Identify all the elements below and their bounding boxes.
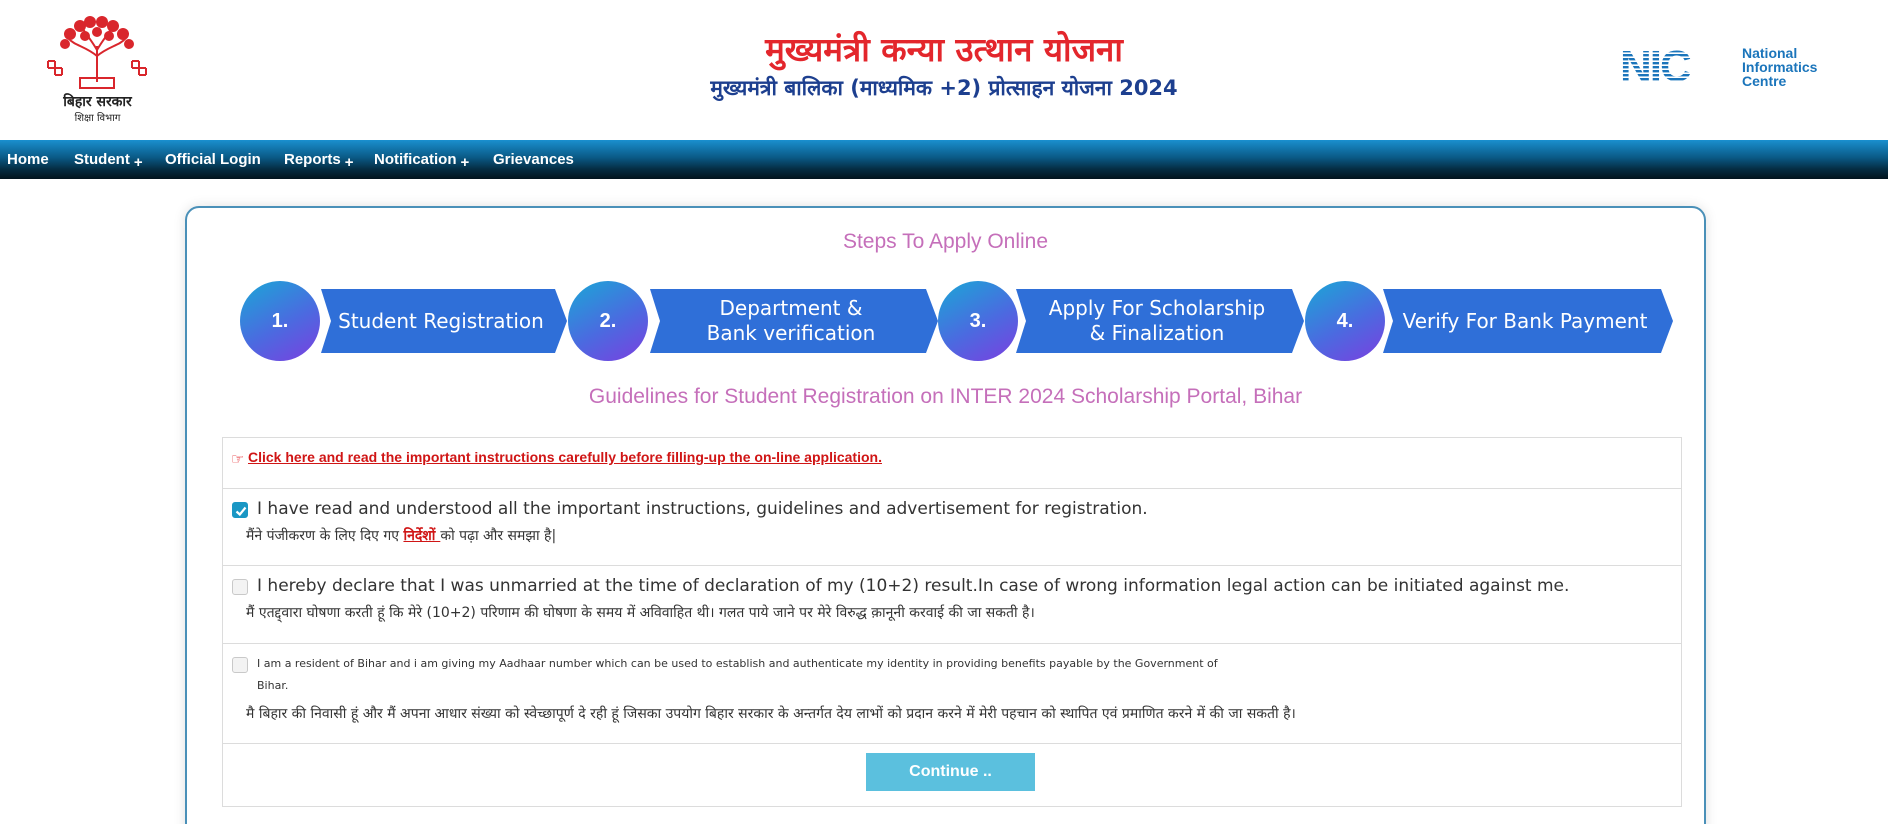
submenu-plus-icon: + bbox=[344, 154, 354, 171]
declaration-1-english: I have read and understood all the impor… bbox=[257, 499, 1148, 519]
instructions-row: ☞ Click here and read the important inst… bbox=[223, 438, 1681, 489]
nic-logo-mark-icon: NIC bbox=[1620, 42, 1693, 91]
instructions-hindi-link[interactable]: निर्देशों bbox=[403, 528, 440, 544]
step-3-label: Apply For Scholarship & Finalization bbox=[1048, 296, 1266, 345]
step-3-banner: Apply For Scholarship & Finalization bbox=[1010, 289, 1304, 353]
submenu-plus-icon: + bbox=[133, 154, 143, 171]
step-1-number: 1. bbox=[240, 281, 320, 361]
step-4-number: 4. bbox=[1305, 281, 1385, 361]
step-1-banner: Student Registration bbox=[315, 289, 567, 353]
dept-name: शिक्षा विभाग bbox=[74, 113, 121, 124]
nav-student[interactable]: Student + bbox=[74, 140, 143, 179]
apply-panel: Steps To Apply Online Student Registrati… bbox=[185, 206, 1706, 824]
step-2-number: 2. bbox=[568, 281, 648, 361]
step-1-label: Student Registration bbox=[338, 308, 544, 333]
step-4-label: Verify For Bank Payment bbox=[1402, 308, 1648, 333]
nic-line-2: Informatics bbox=[1742, 59, 1818, 75]
main-navbar: Home Student + Official Login Reports + No… bbox=[0, 140, 1888, 179]
nic-line-1: National bbox=[1742, 45, 1798, 61]
declaration-1-checkbox[interactable] bbox=[232, 502, 248, 518]
submenu-plus-icon: + bbox=[460, 154, 470, 171]
nic-full-name: National Informatics Centre bbox=[1742, 46, 1817, 88]
scheme-subtitle: मुख्यमंत्री बालिका (माध्यमिक +2) प्रोत्स… bbox=[710, 76, 1178, 100]
scheme-title: मुख्यमंत्री कन्या उत्थान योजना bbox=[765, 30, 1123, 69]
pointing-hand-icon: ☞ bbox=[231, 450, 245, 468]
declaration-row-2: I hereby declare that I was unmarried at… bbox=[223, 566, 1681, 644]
nav-reports[interactable]: Reports + bbox=[284, 140, 353, 179]
step-2-banner: Department & Bank verification bbox=[644, 289, 938, 353]
guidelines-heading: Guidelines for Student Registration on I… bbox=[588, 385, 1303, 408]
continue-row: Continue .. bbox=[223, 744, 1681, 806]
instructions-link[interactable]: Click here and read the important instru… bbox=[248, 449, 882, 465]
step-4-banner: Verify For Bank Payment bbox=[1377, 289, 1673, 353]
declaration-3-checkbox[interactable] bbox=[232, 657, 248, 673]
declaration-2-hindi: मैं एतद्द्वारा घोषणा करती हूं कि मेरे (1… bbox=[246, 605, 1035, 621]
nav-notification[interactable]: Notification + bbox=[374, 140, 469, 179]
site-header: बिहार सरकार शिक्षा विभाग मुख्यमंत्री कन्… bbox=[0, 0, 1888, 140]
declaration-row-1: I have read and understood all the impor… bbox=[223, 489, 1681, 566]
nav-official-login[interactable]: Official Login bbox=[165, 140, 261, 179]
nav-grievances[interactable]: Grievances bbox=[493, 140, 574, 179]
check-icon bbox=[235, 506, 247, 517]
nav-home[interactable]: Home bbox=[7, 140, 49, 179]
page-root: बिहार सरकार शिक्षा विभाग मुख्यमंत्री कन्… bbox=[0, 0, 1888, 824]
nic-logo[interactable]: NIC National Informatics Centre bbox=[1620, 42, 1850, 91]
step-3-number: 3. bbox=[938, 281, 1018, 361]
step-2-label: Department & Bank verification bbox=[706, 296, 876, 345]
svg-text:NIC: NIC bbox=[1620, 46, 1691, 84]
guidelines-box: ☞ Click here and read the important inst… bbox=[222, 437, 1682, 807]
declaration-2-english: I hereby declare that I was unmarried at… bbox=[257, 576, 1570, 596]
declaration-3-hindi: मै बिहार की निवासी हूं और मैं अपना आधार … bbox=[246, 706, 1296, 722]
declaration-3-english: I am a resident of Bihar and i am giving… bbox=[257, 657, 1218, 692]
continue-button[interactable]: Continue .. bbox=[866, 753, 1035, 791]
steps-heading: Steps To Apply Online bbox=[842, 230, 1049, 253]
nic-line-3: Centre bbox=[1742, 73, 1787, 89]
declaration-2-checkbox[interactable] bbox=[232, 579, 248, 595]
declaration-row-3: I am a resident of Bihar and i am giving… bbox=[223, 644, 1681, 744]
declaration-1-hindi: मैंने पंजीकरण के लिए दिए गए निर्देशों को… bbox=[246, 528, 557, 544]
